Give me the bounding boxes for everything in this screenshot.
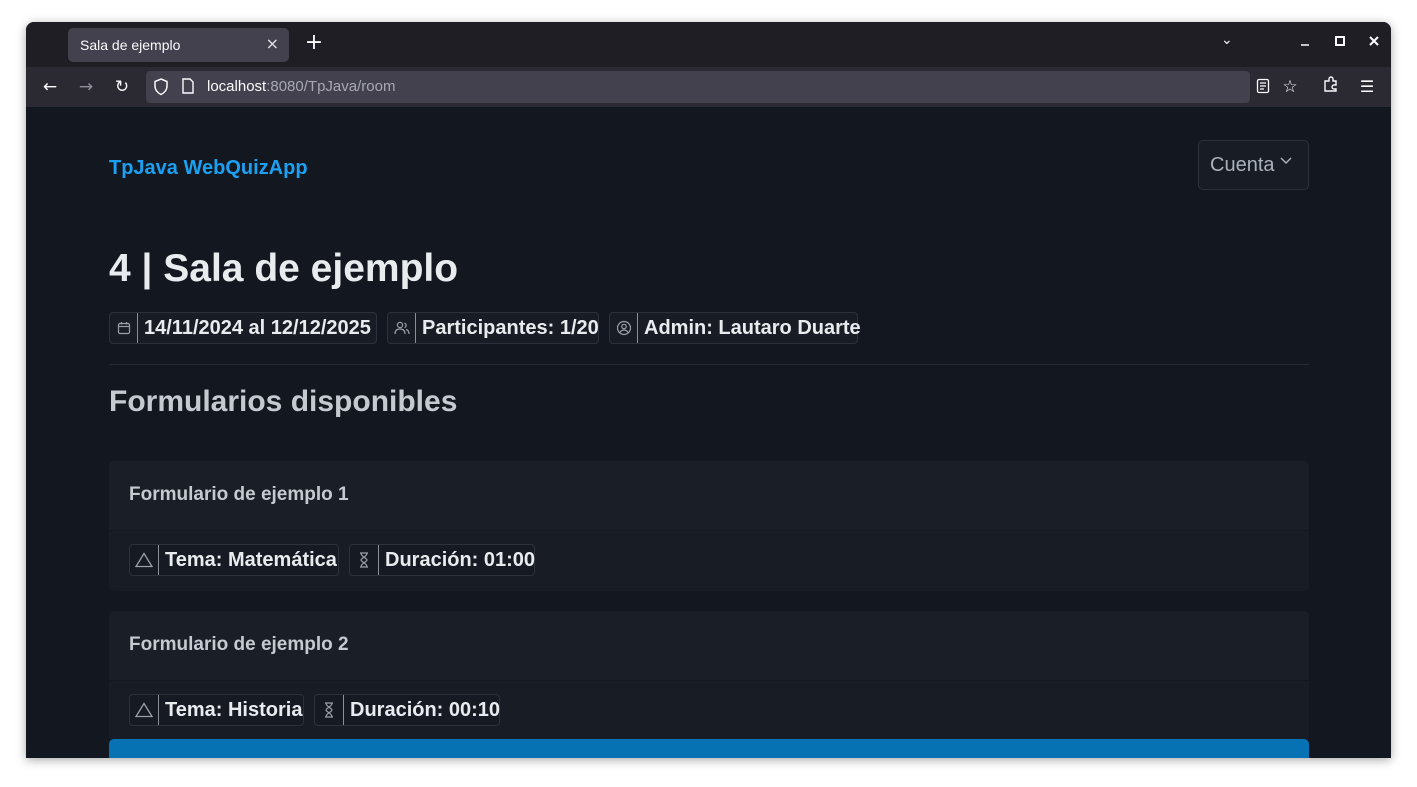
hourglass-icon <box>315 695 344 725</box>
primary-action-button[interactable] <box>109 739 1309 758</box>
hourglass-icon <box>350 545 379 575</box>
active-tab[interactable]: Sala de ejemplo × <box>68 28 289 62</box>
card-header: Formulario de ejemplo 1 <box>109 461 1309 531</box>
account-label: Cuenta <box>1210 154 1275 176</box>
page-content: TpJava WebQuizApp Cuenta 4 | Sala de eje… <box>26 107 1391 758</box>
admin-badge: Admin: Lautaro Duarte <box>609 312 861 344</box>
url-bar[interactable]: localhost:8080/TpJava/room ☆ <box>146 71 1298 103</box>
calendar-icon <box>110 313 138 343</box>
duration-badge: Duración: 01:00 <box>349 544 535 576</box>
forward-icon[interactable]: → <box>74 75 98 99</box>
browser-window: Sala de ejemplo × + ⌄ ← → ↻ localhost:80… <box>26 22 1391 758</box>
extensions-icon[interactable] <box>1319 75 1343 99</box>
page-icon <box>179 78 197 96</box>
tab-bar: Sala de ejemplo × + ⌄ <box>26 22 1391 67</box>
triangle-icon <box>130 545 159 575</box>
reload-icon[interactable]: ↻ <box>110 75 134 99</box>
admin-text: Admin: Lautaro Duarte <box>644 317 861 339</box>
tab-close-icon[interactable]: × <box>266 34 279 53</box>
participants-text: Participantes: 1/20 <box>422 317 599 339</box>
tab-title: Sala de ejemplo <box>80 37 181 53</box>
form-title: Formulario de ejemplo 2 <box>129 634 349 655</box>
form-card[interactable]: Formulario de ejemplo 1 Tema: Matemática… <box>109 461 1309 591</box>
dates-badge: 14/11/2024 al 12/12/2025 <box>109 312 377 344</box>
user-circle-icon <box>610 313 638 343</box>
topic-text: Tema: Historia <box>165 699 303 721</box>
topic-text: Tema: Matemática <box>165 549 337 571</box>
url-path: :8080/TpJava/room <box>266 78 396 95</box>
url-host: localhost <box>207 78 267 95</box>
divider <box>109 364 1309 365</box>
form-title: Formulario de ejemplo 1 <box>129 484 349 505</box>
triangle-icon <box>130 695 159 725</box>
dates-text: 14/11/2024 al 12/12/2025 <box>144 317 371 339</box>
duration-text: Duración: 01:00 <box>385 549 536 571</box>
form-card[interactable]: Formulario de ejemplo 2 Tema: Historia D… <box>109 611 1309 741</box>
tab-list-icon[interactable]: ⌄ <box>1221 32 1233 48</box>
navigation-bar: ← → ↻ localhost:8080/TpJava/room ☆ ☰ <box>26 67 1391 107</box>
menu-icon[interactable]: ☰ <box>1355 75 1379 99</box>
brand-link[interactable]: TpJava WebQuizApp <box>109 157 308 180</box>
duration-badge: Duración: 00:10 <box>314 694 500 726</box>
account-dropdown-button[interactable]: Cuenta <box>1198 140 1309 190</box>
maximize-icon[interactable] <box>1334 35 1346 51</box>
bookmark-star-icon[interactable]: ☆ <box>1281 77 1299 97</box>
topic-badge: Tema: Matemática <box>129 544 339 576</box>
reader-view-icon[interactable] <box>1254 78 1272 96</box>
shield-icon[interactable] <box>152 78 170 96</box>
chevron-down-icon <box>1280 154 1292 169</box>
minimize-icon[interactable] <box>1299 35 1311 51</box>
page-title: 4 | Sala de ejemplo <box>109 247 459 290</box>
users-icon <box>388 313 416 343</box>
new-tab-icon[interactable]: + <box>302 31 326 55</box>
section-title: Formularios disponibles <box>109 385 458 418</box>
back-icon[interactable]: ← <box>38 75 62 99</box>
participants-badge: Participantes: 1/20 <box>387 312 599 344</box>
close-icon[interactable] <box>1368 35 1380 51</box>
url-text[interactable]: localhost:8080/TpJava/room <box>207 78 395 95</box>
card-header: Formulario de ejemplo 2 <box>109 611 1309 681</box>
duration-text: Duración: 00:10 <box>350 699 501 721</box>
topic-badge: Tema: Historia <box>129 694 304 726</box>
